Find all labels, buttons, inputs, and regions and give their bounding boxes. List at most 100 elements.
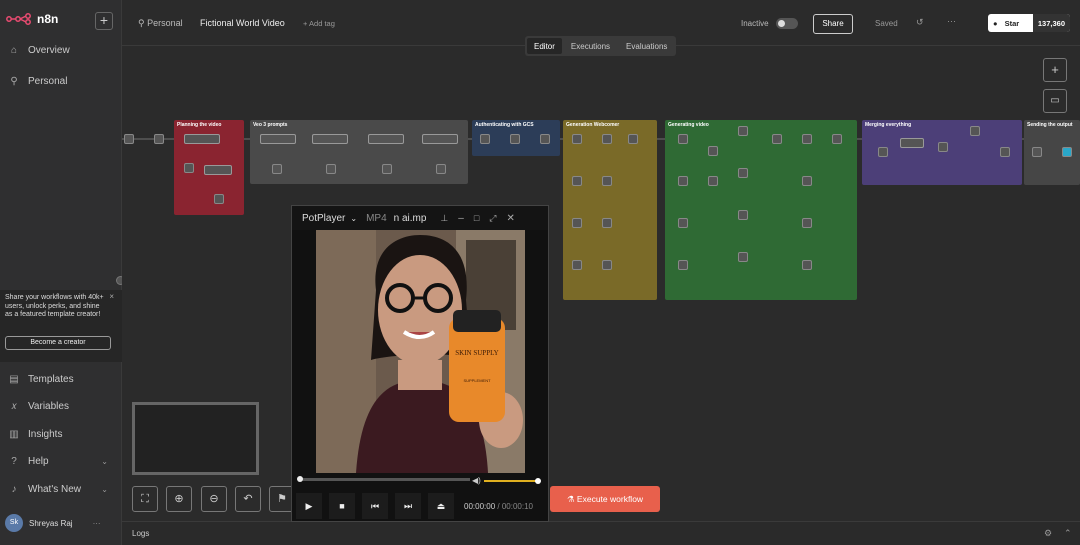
workflow-node[interactable] [312, 134, 348, 144]
workflow-node[interactable] [678, 260, 688, 270]
sticky-note-video[interactable]: Generating video [665, 120, 857, 300]
fit-view-button[interactable]: ⛶ [132, 486, 158, 512]
workflow-node[interactable] [802, 218, 812, 228]
undo-button[interactable]: ↶ [235, 486, 261, 512]
sidebar-item-insights[interactable]: ▥ Insights [8, 429, 62, 440]
workflow-node[interactable] [184, 134, 220, 144]
add-button[interactable]: + [95, 12, 113, 30]
share-button[interactable]: Share [813, 14, 853, 34]
tab-executions[interactable]: Executions [564, 38, 617, 54]
workflow-node[interactable] [708, 176, 718, 186]
workflow-node[interactable] [1000, 147, 1010, 157]
close-icon[interactable]: × [109, 292, 114, 302]
stop-button[interactable]: ■ [329, 493, 355, 519]
workflow-node[interactable] [602, 134, 612, 144]
potplayer-window[interactable]: PotPlayer ⌄ MP4 n ai.mp ⊥ – □ ⤢ ✕ SKIN S… [291, 205, 549, 522]
player-app-name[interactable]: PotPlayer [302, 213, 345, 224]
workflow-node[interactable] [738, 210, 748, 220]
workflow-node[interactable] [678, 134, 688, 144]
n8n-logo[interactable]: n8n [6, 12, 58, 26]
workflow-node[interactable] [602, 218, 612, 228]
workflow-node[interactable] [572, 218, 582, 228]
breadcrumb[interactable]: ⚲ Personal [138, 18, 183, 29]
sidebar-item-templates[interactable]: ▤ Templates [8, 374, 73, 385]
sidebar-item-overview[interactable]: ⌂ Overview [8, 45, 70, 56]
add-tag-link[interactable]: + Add tag [303, 19, 335, 28]
logs-bar[interactable]: Logs ⚙ ⌃ [122, 521, 1080, 545]
workflow-node[interactable] [772, 134, 782, 144]
workflow-node[interactable] [708, 146, 718, 156]
workflow-node[interactable] [326, 164, 336, 174]
workflow-node[interactable] [802, 176, 812, 186]
add-node-button[interactable]: + [1043, 58, 1067, 82]
pin-icon[interactable]: ⊥ [440, 213, 448, 224]
eject-button[interactable]: ⏏ [428, 493, 454, 519]
workflow-node[interactable] [628, 134, 638, 144]
workflow-node[interactable] [602, 176, 612, 186]
execute-workflow-button[interactable]: ⚗ Execute workflow [550, 486, 660, 512]
zoom-out-button[interactable]: ⊖ [201, 486, 227, 512]
workflow-node[interactable] [802, 260, 812, 270]
workflow-node[interactable] [436, 164, 446, 174]
minimize-icon[interactable]: – [458, 213, 464, 224]
player-title-bar[interactable]: PotPlayer ⌄ MP4 n ai.mp ⊥ – □ ⤢ ✕ [292, 206, 548, 230]
sticky-note-prompts[interactable]: Veo 3 prompts [250, 120, 468, 184]
workflow-node[interactable] [422, 134, 458, 144]
workflow-node[interactable] [214, 194, 224, 204]
chevron-up-icon[interactable]: ⌃ [1064, 528, 1072, 539]
workflow-node[interactable] [572, 134, 582, 144]
workflow-node[interactable] [878, 147, 888, 157]
workflow-node[interactable] [272, 164, 282, 174]
workflow-node[interactable] [572, 260, 582, 270]
workflow-node[interactable] [382, 164, 392, 174]
play-button[interactable]: ▶ [296, 493, 322, 519]
workflow-node[interactable] [738, 252, 748, 262]
history-icon[interactable]: ↺ [916, 17, 924, 28]
workflow-node[interactable] [832, 134, 842, 144]
active-toggle[interactable] [776, 18, 798, 29]
workflow-node[interactable] [938, 142, 948, 152]
settings-icon[interactable]: ⚙ [1044, 528, 1052, 539]
workflow-node[interactable] [738, 168, 748, 178]
zoom-in-button[interactable]: ⊕ [166, 486, 192, 512]
workflow-canvas[interactable]: Planning the video Veo 3 prompts Authent… [122, 46, 1080, 521]
minimap[interactable] [132, 402, 259, 475]
workflow-node[interactable] [802, 134, 812, 144]
workflow-node[interactable] [480, 134, 490, 144]
workflow-node[interactable] [970, 126, 980, 136]
workflow-node[interactable] [900, 138, 924, 148]
volume-slider[interactable] [484, 478, 541, 484]
more-icon[interactable]: ··· [947, 16, 956, 26]
maximize-icon[interactable]: □ [474, 213, 479, 223]
workflow-name[interactable]: Fictional World Video [200, 18, 285, 28]
workflow-node[interactable] [368, 134, 404, 144]
volume-icon[interactable]: ◀) [472, 476, 481, 485]
workflow-node[interactable] [124, 134, 134, 144]
more-icon[interactable]: ··· [93, 519, 101, 528]
github-star-button[interactable]: ● Star 137,360 [988, 14, 1070, 32]
workflow-node[interactable] [540, 134, 550, 144]
sticky-note-icon[interactable]: ▭ [1043, 89, 1067, 113]
fullscreen-icon[interactable]: ⤢ [489, 213, 496, 224]
seek-bar[interactable] [297, 476, 470, 482]
workflow-node[interactable] [738, 126, 748, 136]
sidebar-item-personal[interactable]: ⚲ Personal [8, 76, 67, 87]
workflow-node[interactable] [154, 134, 164, 144]
sticky-note-generation[interactable]: Generation Webcomer [563, 120, 657, 300]
workflow-node[interactable] [204, 165, 232, 175]
tab-editor[interactable]: Editor [527, 38, 562, 54]
close-icon[interactable]: ✕ [506, 213, 514, 224]
workflow-node[interactable] [510, 134, 520, 144]
become-creator-button[interactable]: Become a creator [5, 336, 111, 350]
sidebar-item-help[interactable]: ? Help ⌄ [8, 456, 112, 467]
workflow-node[interactable] [260, 134, 296, 144]
user-menu[interactable]: Sk Shreyas Raj ··· [5, 514, 101, 532]
workflow-node[interactable] [1062, 147, 1072, 157]
workflow-node[interactable] [572, 176, 582, 186]
sidebar-item-variables[interactable]: 𝑥 Variables [8, 401, 69, 412]
workflow-node[interactable] [678, 218, 688, 228]
tab-evaluations[interactable]: Evaluations [619, 38, 674, 54]
workflow-node[interactable] [184, 163, 194, 173]
workflow-node[interactable] [678, 176, 688, 186]
workflow-node[interactable] [1032, 147, 1042, 157]
